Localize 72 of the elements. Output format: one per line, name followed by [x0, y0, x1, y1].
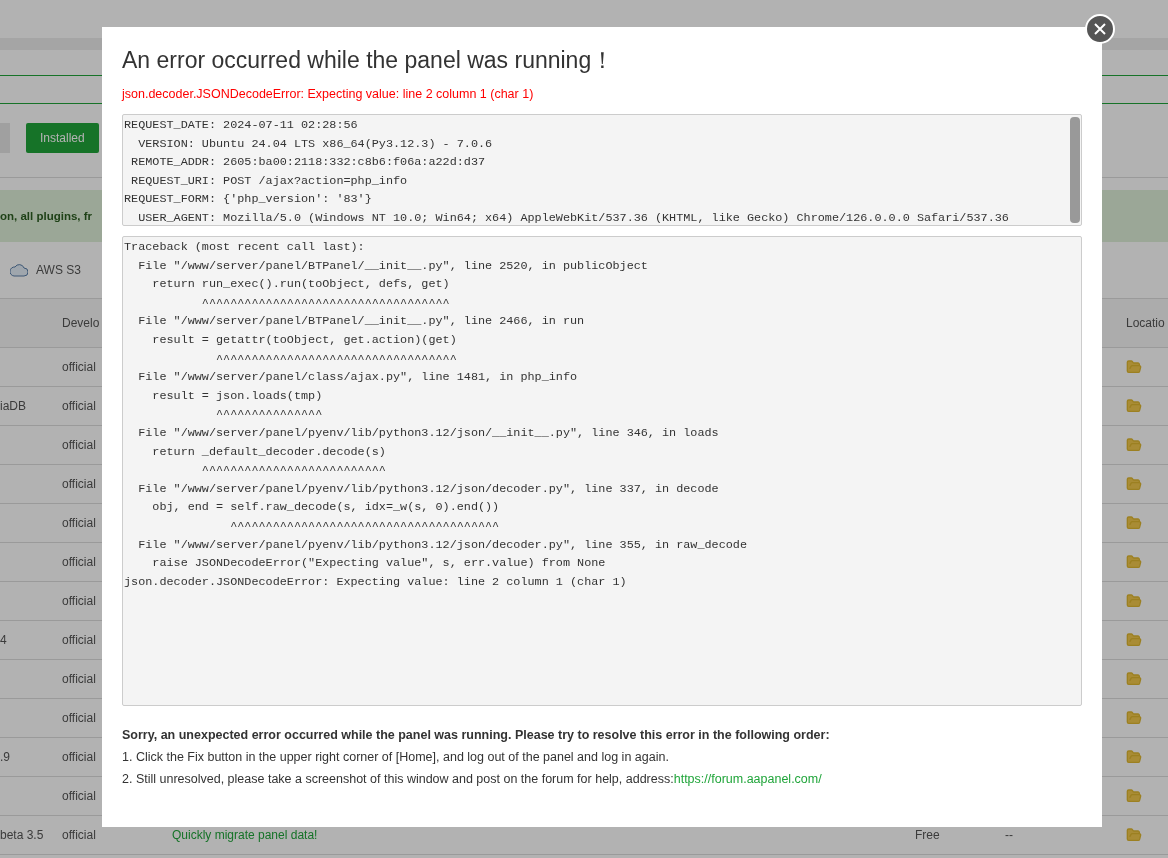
notice-text: on, all plugins, fr — [0, 210, 92, 222]
code-line: ^^^^^^^^^^^^^^^^^^^^^^^^^^^^^^^^^^ — [215, 350, 458, 368]
folder-icon[interactable] — [1126, 359, 1142, 375]
table-cell: official — [62, 438, 96, 452]
table-cell: .9 — [0, 750, 10, 764]
dialog-title: An error occurred while the panel was running！ — [122, 46, 616, 75]
folder-icon[interactable] — [1126, 788, 1142, 804]
table-cell: official — [62, 750, 96, 764]
code-line: ^^^^^^^^^^^^^^^^^^^^^^^^^^^^^^^^^^^^^^ — [229, 517, 501, 535]
code-line: REQUEST_DATE: 2024-07-11 02:28:56 — [124, 117, 359, 134]
close-icon — [1094, 23, 1106, 35]
storage-tab[interactable]: AWS S3 — [36, 263, 81, 277]
table-cell: -- — [1005, 828, 1013, 842]
code-line: File "/www/server/panel/BTPanel/__init__.py", line 2520, in publicObject — [137, 257, 649, 275]
code-line: VERSION: Ubuntu 24.04 LTS x86_64(Py3.12.3) - 7.0.6 — [137, 135, 494, 153]
code-line: return _default_decoder.decode(s) — [151, 443, 387, 461]
table-cell: official — [62, 360, 96, 374]
forum-link[interactable]: https://forum.aapanel.com/ — [673, 772, 822, 786]
code-line: Traceback (most recent call last): — [124, 239, 366, 256]
folder-icon[interactable] — [1126, 515, 1142, 531]
folder-icon[interactable] — [1126, 476, 1142, 492]
table-cell: official — [62, 828, 96, 842]
code-line: raise JSONDecodeError("Expecting value", s, err.value) from None — [151, 555, 607, 573]
table-cell: official — [62, 711, 96, 725]
help-step: 2. Still unresolved, please take a screenshot of this window and post on the forum for help, address:https://forum.aapanel.com/ — [122, 772, 1082, 786]
folder-icon[interactable] — [1126, 749, 1142, 765]
error-message: json.decoder.JSONDecodeError: Expecting value: line 2 column 1 (char 1) — [122, 87, 535, 103]
folder-icon[interactable] — [1126, 632, 1142, 648]
column-header: Locatio — [1126, 316, 1165, 330]
code-line: json.decoder.JSONDecodeError: Expecting value: line 2 column 1 (char 1) — [124, 573, 628, 591]
code-line: File "/www/server/panel/pyenv/lib/python3.12/json/__init__.py", line 346, in loads — [137, 424, 720, 442]
folder-icon[interactable] — [1126, 710, 1142, 726]
code-line: result = json.loads(tmp) — [151, 387, 324, 405]
folder-icon[interactable] — [1126, 827, 1142, 843]
table-cell: official — [62, 789, 96, 803]
table-cell: official — [62, 477, 96, 491]
folder-icon[interactable] — [1126, 593, 1142, 609]
table-cell: 4 — [0, 633, 7, 647]
table-cell: beta 3.5 — [0, 828, 44, 842]
installed-button[interactable]: Installed — [26, 123, 99, 153]
column-header: Develo — [62, 316, 100, 330]
code-line: File "/www/server/panel/pyenv/lib/python3.12/json/decoder.py", line 337, in decode — [137, 480, 720, 498]
folder-icon[interactable] — [1126, 437, 1142, 453]
code-line: ^^^^^^^^^^^^^^^^^^^^^^^^^^^^^^^^^^^ — [200, 294, 451, 312]
table-cell: official — [62, 399, 96, 413]
help-heading: Sorry, an unexpected error occurred while the panel was running. Please try to resolve this error in the following order: — [122, 728, 831, 742]
table-cell: official — [62, 672, 96, 686]
table-cell: iaDB — [0, 399, 26, 413]
table-cell: official — [62, 555, 96, 569]
table-cell: official — [62, 594, 96, 608]
table-cell: Free — [915, 828, 940, 842]
code-line: REQUEST_FORM: {'php_version': '83'} — [124, 191, 373, 209]
folder-icon[interactable] — [1126, 671, 1142, 687]
code-line: File "/www/server/panel/pyenv/lib/python3.12/json/decoder.py", line 355, in raw_decode — [137, 536, 748, 554]
code-line: ^^^^^^^^^^^^^^^ — [215, 406, 324, 424]
code-line: File "/www/server/panel/BTPanel/__init__.py", line 2466, in run — [137, 313, 586, 331]
help-step: 1. Click the Fix button in the upper right corner of [Home], and log out of the panel and log in again. — [122, 750, 1082, 764]
code-line: REMOTE_ADDR: 2605:ba00:2118:332:c8b6:f06a:a22d:d37 — [130, 154, 487, 172]
code-line: REQUEST_URI: POST /ajax?action=php_info — [130, 172, 409, 190]
code-line: return run_exec().run(toObject, defs, get) — [151, 276, 451, 294]
folder-icon[interactable] — [1126, 554, 1142, 570]
table-cell: Quickly migrate panel data! — [172, 828, 318, 842]
code-line: USER_AGENT: Mozilla/5.0 (Windows NT 10.0; Win64; x64) AppleWebKit/537.36 (KHTML, like Gecko) Chrome/126.0.0.0 Safari/537.36 — [137, 209, 1010, 225]
code-line: File "/www/server/panel/class/ajax.py", line 1481, in php_info — [137, 369, 579, 387]
cloud-icon — [10, 263, 28, 277]
code-line: obj, end = self.raw_decode(s, idx=_w(s, 0).end()) — [151, 499, 501, 517]
code-line: ^^^^^^^^^^^^^^^^^^^^^^^^^^ — [200, 462, 387, 480]
scrollbar-thumb[interactable] — [1070, 117, 1080, 223]
code-line: result = getattr(toObject, get.action)(get) — [151, 331, 458, 349]
table-cell: official — [62, 516, 96, 530]
folder-icon[interactable] — [1126, 398, 1142, 414]
table-cell: official — [62, 633, 96, 647]
